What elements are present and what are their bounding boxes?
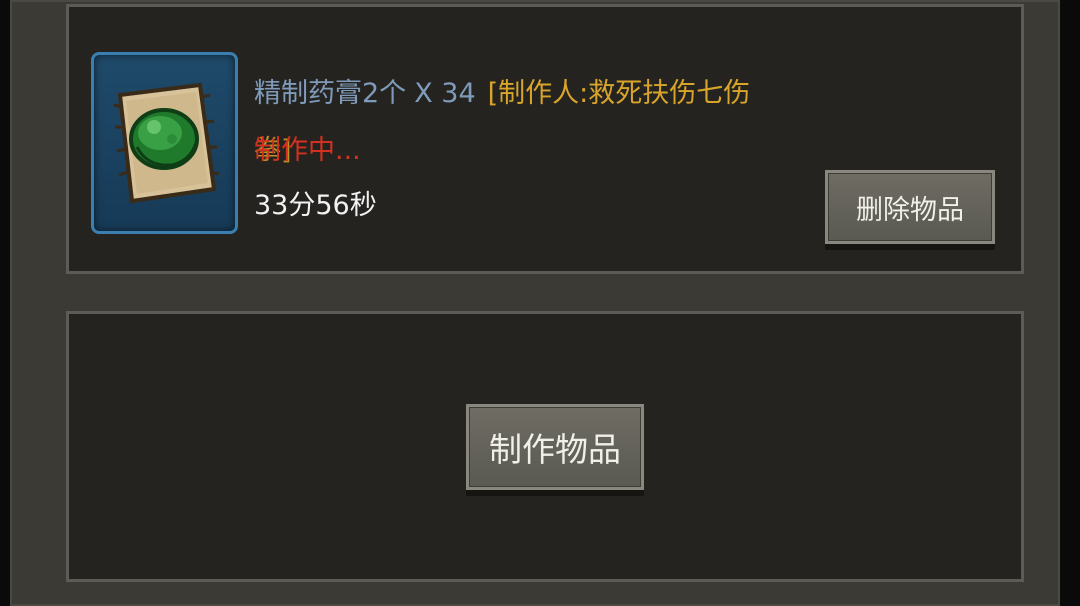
item-multiplier: X 34	[414, 78, 476, 109]
crafting-slot-1: 精制药膏2个 X 34 [制作人:救死扶伤七伤 拳] 制作中... 33分56秒 删…	[66, 4, 1024, 274]
game-screen: 精制药膏2个 X 34 [制作人:救死扶伤七伤 拳] 制作中... 33分56秒 删…	[0, 0, 1080, 606]
item-icon-frame[interactable]	[91, 52, 238, 234]
crafting-slot-2: 制作物品	[66, 311, 1024, 582]
crafter-label: [制作人:救死扶伤七伤	[487, 78, 751, 109]
crafting-status: 制作中...	[254, 135, 361, 166]
green-salve-on-cloth-icon	[113, 82, 220, 204]
crafting-timer: 33分56秒	[254, 190, 377, 221]
crafting-status-line: 拳] 制作中...	[254, 128, 361, 167]
craft-item-button[interactable]: 制作物品	[466, 404, 644, 490]
delete-item-button[interactable]: 删除物品	[825, 170, 995, 244]
item-name: 精制药膏2个	[254, 78, 407, 109]
item-info-line: 精制药膏2个 X 34 [制作人:救死扶伤七伤	[254, 71, 750, 110]
crafting-window-frame: 精制药膏2个 X 34 [制作人:救死扶伤七伤 拳] 制作中... 33分56秒 删…	[10, 0, 1060, 606]
